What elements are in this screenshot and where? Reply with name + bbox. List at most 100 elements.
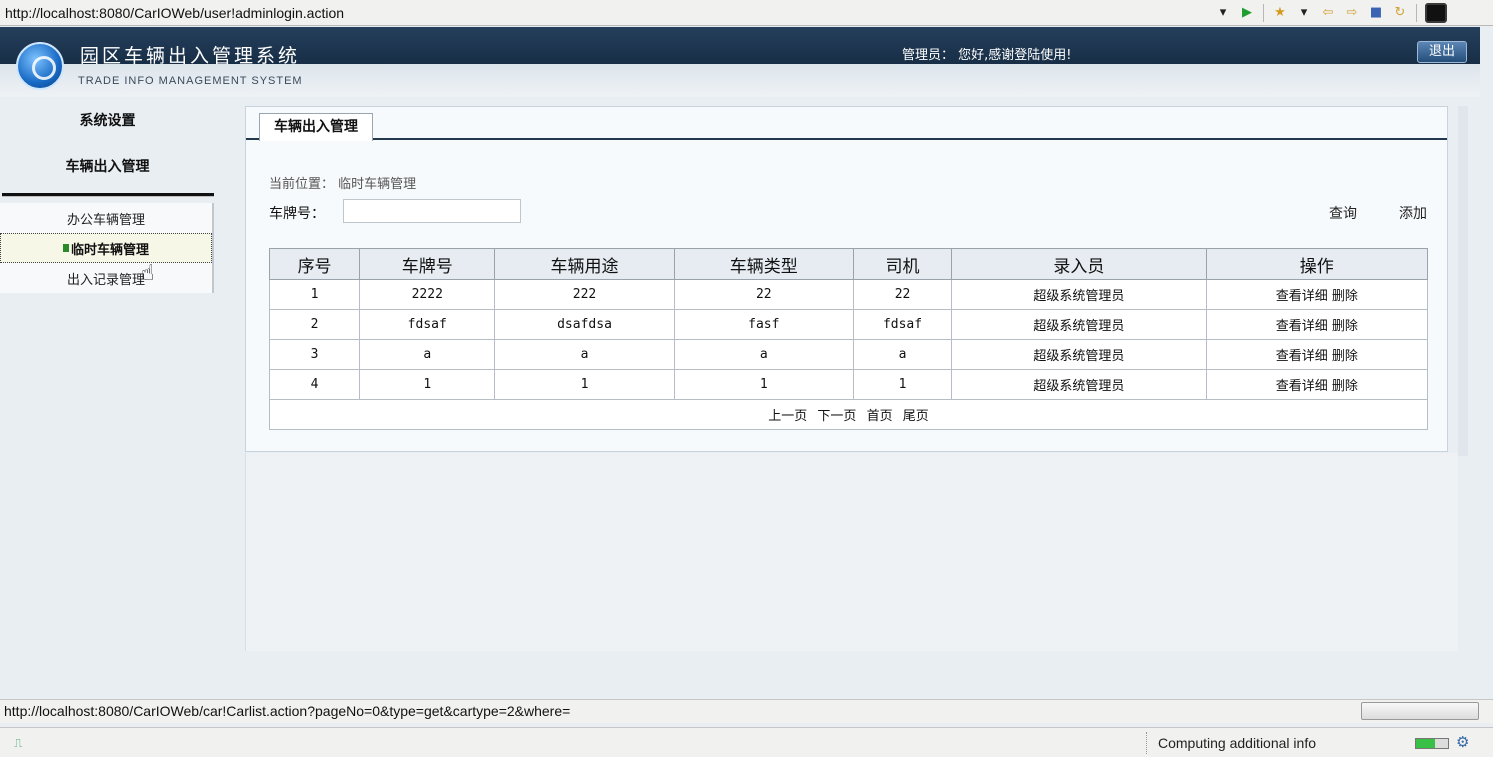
column-header: 车牌号 — [359, 248, 496, 280]
sidebar: 系统设置 车辆出入管理 办公车辆管理 临时车辆管理 出入记录管理 — [0, 97, 215, 697]
next-page-link[interactable]: 下一页 — [817, 409, 856, 424]
column-header: 车辆用途 — [494, 248, 675, 280]
table-cell: a — [494, 339, 675, 370]
view-detail-link[interactable]: 查看详细 — [1276, 289, 1328, 304]
sidebar-item-access-records[interactable]: 出入记录管理 — [0, 263, 212, 293]
sidebar-item-label: 临时车辆管理 — [70, 242, 149, 258]
status-info: Computing additional info — [1158, 735, 1316, 751]
star-icon[interactable]: ★ — [1272, 5, 1288, 21]
table-cell: a — [852, 339, 953, 370]
sidebar-item-label: 办公车辆管理 — [66, 212, 145, 228]
last-page-link[interactable]: 尾页 — [903, 409, 929, 424]
vehicle-table: 序号 车牌号 车辆用途 车辆类型 司机 录入员 操作 1 2222 222 22… — [268, 248, 1429, 430]
table-cell: a — [359, 339, 496, 370]
table-cell: 222 — [494, 279, 675, 310]
table-cell: 1 — [673, 369, 854, 400]
breadcrumb: 当前位置： 临时车辆管理 — [269, 177, 417, 192]
table-cell: fdsaf — [852, 309, 953, 340]
system-subtitle: TRADE INFO MANAGEMENT SYSTEM — [78, 75, 303, 87]
stop-icon[interactable]: ■ — [1368, 5, 1384, 21]
table-cell: 1 — [359, 369, 496, 400]
table-cell: 22 — [852, 279, 953, 310]
battery-icon — [1415, 738, 1449, 749]
sidebar-menu: 办公车辆管理 临时车辆管理 出入记录管理 — [0, 203, 214, 293]
status-progress-bar — [1361, 702, 1479, 720]
back-icon[interactable]: ⇦ — [1320, 5, 1336, 21]
plate-label: 车牌号： — [269, 206, 325, 222]
plate-search-input[interactable] — [343, 199, 521, 223]
table-cell: 超级系统管理员 — [951, 369, 1207, 400]
forward-icon[interactable]: ⇨ — [1344, 5, 1360, 21]
browser-address-bar: http://localhost:8080/CarIOWeb/user!admi… — [0, 0, 1493, 26]
admin-label: 管理员： — [902, 48, 955, 63]
logout-button[interactable]: 退出 — [1417, 41, 1467, 63]
system-title: 园区车辆出入管理系统 — [80, 45, 301, 67]
table-cell: a — [673, 339, 854, 370]
delete-link[interactable]: 删除 — [1332, 319, 1358, 334]
delete-link[interactable]: 删除 — [1332, 379, 1358, 394]
delete-link[interactable]: 删除 — [1332, 349, 1358, 364]
table-cell: dsafdsa — [494, 309, 675, 340]
settings-icon[interactable]: ⚙ — [1456, 733, 1469, 751]
table-row: 1 2222 222 22 22 超级系统管理员 查看详细 删除 — [268, 279, 1429, 310]
table-cell: fdsaf — [359, 309, 496, 340]
view-detail-link[interactable]: 查看详细 — [1276, 379, 1328, 394]
sidebar-item-office-vehicles[interactable]: 办公车辆管理 — [0, 203, 212, 233]
sidebar-item-temporary-vehicles[interactable]: 临时车辆管理 — [0, 233, 212, 263]
logo-icon — [16, 42, 64, 90]
table-actions: 查看详细 删除 — [1205, 369, 1429, 400]
table-cell: 4 — [268, 369, 361, 400]
browser-toolbar: ▾ ▶ ★ ▾ ⇦ ⇨ ■ ↻ — [1215, 2, 1447, 23]
vertical-scrollbar[interactable] — [1458, 106, 1468, 456]
greeting-text: 您好,感谢登陆使用! — [958, 48, 1072, 63]
table-row: 4 1 1 1 1 超级系统管理员 查看详细 删除 — [268, 369, 1429, 400]
sidebar-section-system-settings[interactable]: 系统设置 — [0, 97, 215, 143]
table-actions: 查看详细 删除 — [1205, 279, 1429, 310]
table-row: 2 fdsaf dsafdsa fasf fdsaf 超级系统管理员 查看详细 … — [268, 309, 1429, 340]
table-cell: 超级系统管理员 — [951, 309, 1207, 340]
status-divider — [1146, 732, 1147, 754]
table-cell: 1 — [268, 279, 361, 310]
app-header: 园区车辆出入管理系统 TRADE INFO MANAGEMENT SYSTEM … — [0, 27, 1480, 97]
sidebar-section-vehicle-access[interactable]: 车辆出入管理 — [0, 143, 215, 189]
window-icon[interactable] — [1425, 2, 1447, 23]
prev-page-link[interactable]: 上一页 — [768, 409, 807, 424]
table-actions: 查看详细 删除 — [1205, 339, 1429, 370]
page-icon[interactable]: ⎍ — [14, 736, 22, 751]
table-cell: 超级系统管理员 — [951, 279, 1207, 310]
dropdown-icon[interactable]: ▾ — [1215, 5, 1231, 21]
view-detail-link[interactable]: 查看详细 — [1276, 319, 1328, 334]
chevron-down-icon[interactable]: ▾ — [1296, 5, 1312, 21]
pager-row: 上一页 下一页 首页 尾页 — [269, 399, 1428, 430]
admin-greeting: 管理员： 您好,感谢登陆使用! — [902, 44, 1072, 63]
view-detail-link[interactable]: 查看详细 — [1276, 349, 1328, 364]
table-cell: fasf — [673, 309, 854, 340]
delete-link[interactable]: 删除 — [1332, 289, 1358, 304]
sidebar-divider — [2, 193, 214, 197]
table-cell: 3 — [268, 339, 361, 370]
table-actions: 查看详细 删除 — [1205, 309, 1429, 340]
table-cell: 超级系统管理员 — [951, 339, 1207, 370]
table-cell: 22 — [673, 279, 854, 310]
table-cell: 1 — [494, 369, 675, 400]
toolbar-divider — [1263, 3, 1264, 22]
table-header-row: 序号 车牌号 车辆用途 车辆类型 司机 录入员 操作 — [268, 248, 1429, 280]
refresh-icon[interactable]: ↻ — [1392, 5, 1408, 21]
column-header: 操作 — [1205, 248, 1429, 280]
add-link[interactable]: 添加 — [1399, 203, 1427, 223]
table-cell: 1 — [852, 369, 953, 400]
tab-vehicle-access[interactable]: 车辆出入管理 — [259, 113, 373, 141]
sidebar-item-label: 出入记录管理 — [66, 272, 145, 288]
pager: 上一页 下一页 首页 尾页 — [269, 399, 1428, 430]
query-link[interactable]: 查询 — [1329, 203, 1357, 223]
table-cell: 2 — [268, 309, 361, 340]
table-row: 3 a a a a 超级系统管理员 查看详细 删除 — [268, 339, 1429, 370]
table-cell: 2222 — [359, 279, 496, 310]
address-url[interactable]: http://localhost:8080/CarIOWeb/user!admi… — [0, 5, 1215, 21]
hand-cursor-icon: ☝ — [141, 261, 155, 286]
column-header: 录入员 — [951, 248, 1207, 280]
toolbar-divider — [1416, 3, 1417, 22]
content-panel: 车辆出入管理 当前位置： 临时车辆管理 车牌号： 查询 添加 序号 车牌号 车辆… — [245, 106, 1448, 452]
first-page-link[interactable]: 首页 — [867, 409, 893, 424]
play-icon[interactable]: ▶ — [1239, 5, 1255, 21]
